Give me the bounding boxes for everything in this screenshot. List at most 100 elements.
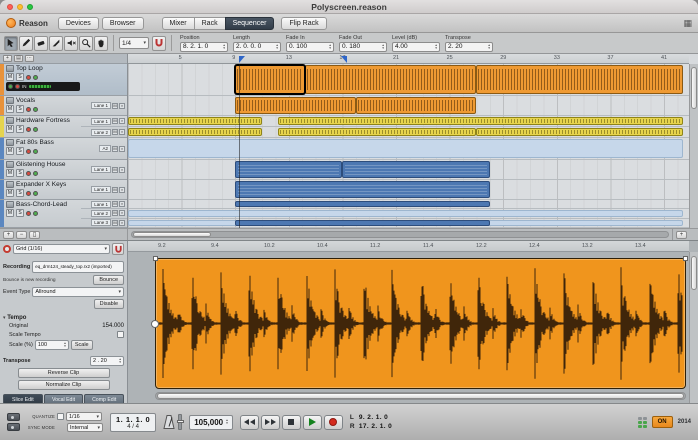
record-arm-button[interactable] [26,107,31,112]
toolbar-button-browser[interactable]: Browser [102,17,144,30]
fade-out-handle[interactable] [683,256,688,261]
stop-button[interactable] [282,415,301,430]
track-solo-button[interactable]: S [16,105,24,113]
track-row[interactable]: Top LoopMSIN [0,64,127,96]
clip-handle[interactable] [151,320,159,328]
arrange-lane[interactable] [128,96,689,116]
lane-mute-button[interactable]: M [112,146,118,152]
track-mute-button[interactable]: M [6,73,14,81]
clip[interactable] [235,97,356,114]
clip[interactable] [128,210,683,216]
track-mute-button[interactable]: M [6,189,14,197]
track-mute-button[interactable]: M [6,147,14,155]
arrange-hscrollbar[interactable] [131,231,669,238]
razor-tool-button[interactable] [49,36,63,51]
time-signature-value[interactable]: 4 / 4 [116,424,150,430]
loop-left-value[interactable]: 9. 2. 1. 0 [359,414,388,421]
track-solo-button[interactable]: S [16,209,24,217]
track-mute-button[interactable]: M [6,105,14,113]
position-display[interactable]: 1. 1. 1. 0 4 / 4 [110,413,156,432]
clip[interactable] [128,139,683,158]
track-solo-button[interactable]: S [16,169,24,177]
lane-mute-button[interactable]: M [112,129,118,135]
lane-delete-button[interactable]: × [119,167,125,173]
editor-snap-button[interactable] [112,243,124,255]
audio-io-icon[interactable] [7,423,20,431]
monitor-button[interactable] [33,149,38,154]
grid-dropdown[interactable]: Grid (1/16)▾ [13,244,110,254]
lane-mute-button[interactable]: M [112,220,118,226]
arrange-lane[interactable] [128,209,689,218]
bounce-button[interactable]: Bounce [93,275,124,285]
arrange-lane[interactable] [128,160,689,180]
lane-mute-button[interactable]: M [112,167,118,173]
track-row[interactable]: VocalsMSLane 1M× [0,96,127,116]
clip[interactable] [476,65,682,94]
arrange-lane[interactable] [128,138,689,160]
lane-mute-button[interactable]: M [112,187,118,193]
editor-hscroll-handle[interactable] [157,393,684,399]
field-position-value[interactable]: 8. 2. 1. 0▴▾ [180,42,228,52]
track-row[interactable]: Glistening HouseMSLane 1M× [0,160,127,180]
arrange-lane[interactable] [128,116,689,127]
clip[interactable] [128,128,262,136]
lane-delete-button[interactable]: × [119,187,125,193]
arrange-vscrollbar[interactable] [689,64,698,228]
mute-tool-button[interactable] [64,36,78,51]
tab-comp-edit[interactable]: Comp Edit [84,394,124,403]
clip[interactable] [305,65,477,94]
clip[interactable] [278,117,683,125]
click-level-knob[interactable] [177,420,184,423]
lane-delete-button[interactable]: × [119,201,125,207]
pencil-tool-button[interactable] [19,36,33,51]
song-position-value[interactable]: 1. 1. 1. 0 [116,415,150,424]
lane-row[interactable]: Lane 1M× [81,116,127,126]
field-length-value[interactable]: 2. 0. 0. 0▴▾ [233,42,281,52]
scale-button[interactable]: Scale [71,340,93,350]
editor-vscroll-handle[interactable] [691,256,697,290]
quantize-dropdown[interactable]: 1/16▾ [66,412,102,421]
toolbar-button-mixer[interactable]: Mixer [162,17,194,30]
track-solo-button[interactable]: S [16,147,24,155]
lane-delete-button[interactable]: × [119,220,125,226]
lane-mute-button[interactable]: M [112,118,118,124]
lane-row[interactable]: Lane 1M× [81,160,127,179]
sync-mode-dropdown[interactable]: Internal▾ [67,423,103,432]
loop-start-marker[interactable] [239,56,245,63]
track-solo-button[interactable]: S [16,189,24,197]
toolbar-button-rack[interactable]: Rack [194,17,225,30]
tempo-display[interactable]: 105,000▴▾ [189,415,233,430]
fast-forward-button[interactable] [261,415,280,430]
zoom-fit-button[interactable]: ▯ [29,231,40,239]
lane-row[interactable]: Lane 3M× [81,218,127,227]
zoom-out-button[interactable]: − [16,231,27,239]
disable-button[interactable]: Disable [94,299,124,309]
zoom-in-button[interactable]: + [3,231,14,239]
record-arm-button[interactable] [26,191,31,196]
field-transpose-value[interactable]: 2. 20▴▾ [445,42,493,52]
hand-tool-button[interactable] [94,36,108,51]
track-mute-button[interactable]: M [6,209,14,217]
lane-row[interactable]: Lane 1M× [81,200,127,208]
clip[interactable] [356,97,477,114]
normalize-clip-button[interactable]: Normalize Clip [18,380,110,390]
editor-hscrollbar[interactable] [155,392,686,400]
monitor-button[interactable] [33,127,38,132]
lane-row[interactable]: Lane 2M× [81,208,127,217]
loop-right-value[interactable]: 17. 2. 1. 0 [359,423,392,430]
lane-mute-button[interactable]: M [112,201,118,207]
loop-end-marker[interactable] [341,56,347,63]
record-arm-button[interactable] [26,149,31,154]
track-filter-icon[interactable]: ▤ [14,55,23,62]
monitor-button[interactable] [33,211,38,216]
scale-tempo-checkbox[interactable] [117,331,124,338]
track-options-icon[interactable]: ⋯ [25,55,34,62]
audio-clip-editor[interactable] [155,258,686,389]
field-level-value[interactable]: 4.00▴▾ [392,42,440,52]
record-arm-button[interactable] [26,127,31,132]
clip[interactable] [342,161,489,178]
transpose-field[interactable]: 2 . 20▴▾ [90,356,124,366]
tab-slice-edit[interactable]: Slice Edit [3,394,43,403]
song-position-line[interactable] [239,64,240,228]
lane-mute-button[interactable]: M [112,210,118,216]
